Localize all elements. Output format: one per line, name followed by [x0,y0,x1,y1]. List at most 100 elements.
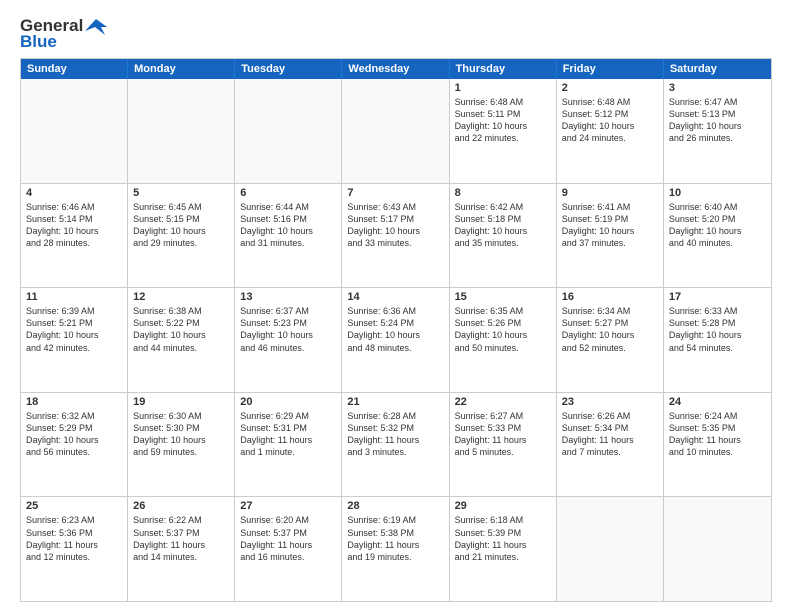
calendar: SundayMondayTuesdayWednesdayThursdayFrid… [20,58,772,602]
day-cell-3-4: 14 Sunrise: 6:36 AM Sunset: 5:24 PM Dayli… [342,288,449,392]
day-info: Sunrise: 6:27 AM Sunset: 5:33 PM Dayligh… [455,410,551,459]
logo: General Blue [20,16,107,52]
day-header-friday: Friday [557,59,664,79]
week-row-4: 18 Sunrise: 6:32 AM Sunset: 5:29 PM Dayli… [21,392,771,497]
day-info: Sunrise: 6:39 AM Sunset: 5:21 PM Dayligh… [26,305,122,354]
day-info: Sunrise: 6:33 AM Sunset: 5:28 PM Dayligh… [669,305,766,354]
day-info: Sunrise: 6:48 AM Sunset: 5:12 PM Dayligh… [562,96,658,145]
day-number: 11 [26,291,122,303]
day-cell-2-4: 7Sunrise: 6:43 AM Sunset: 5:17 PM Daylig… [342,184,449,288]
day-info: Sunrise: 6:36 AM Sunset: 5:24 PM Dayligh… [347,305,443,354]
day-cell-2-3: 6 Sunrise: 6:44 AM Sunset: 5:16 PM Daylig… [235,184,342,288]
day-cell-2-7: 10Sunrise: 6:40 AM Sunset: 5:20 PM Dayli… [664,184,771,288]
day-cell-3-3: 13Sunrise: 6:37 AM Sunset: 5:23 PM Dayli… [235,288,342,392]
day-info: Sunrise: 6:48 AM Sunset: 5:11 PM Dayligh… [455,96,551,145]
day-info: Sunrise: 6:40 AM Sunset: 5:20 PM Dayligh… [669,201,766,250]
day-number: 23 [562,396,658,408]
day-number: 15 [455,291,551,303]
day-info: Sunrise: 6:35 AM Sunset: 5:26 PM Dayligh… [455,305,551,354]
day-cell-3-5: 15 Sunrise: 6:35 AM Sunset: 5:26 PM Dayli… [450,288,557,392]
day-cell-4-7: 24 Sunrise: 6:24 AM Sunset: 5:35 PM Dayli… [664,393,771,497]
day-number: 4 [26,187,122,199]
week-row-3: 11 Sunrise: 6:39 AM Sunset: 5:21 PM Dayli… [21,287,771,392]
day-header-monday: Monday [128,59,235,79]
day-header-sunday: Sunday [21,59,128,79]
day-cell-5-6 [557,497,664,601]
day-cell-2-1: 4 Sunrise: 6:46 AM Sunset: 5:14 PM Daylig… [21,184,128,288]
day-number: 28 [347,500,443,512]
day-number: 6 [240,187,336,199]
day-info: Sunrise: 6:47 AM Sunset: 5:13 PM Dayligh… [669,96,766,145]
day-info: Sunrise: 6:22 AM Sunset: 5:37 PM Dayligh… [133,514,229,563]
day-info: Sunrise: 6:28 AM Sunset: 5:32 PM Dayligh… [347,410,443,459]
day-cell-2-2: 5 Sunrise: 6:45 AM Sunset: 5:15 PM Daylig… [128,184,235,288]
day-info: Sunrise: 6:32 AM Sunset: 5:29 PM Dayligh… [26,410,122,459]
day-number: 16 [562,291,658,303]
day-info: Sunrise: 6:30 AM Sunset: 5:30 PM Dayligh… [133,410,229,459]
page: General Blue SundayMondayTuesdayWednesda… [0,0,792,612]
day-number: 8 [455,187,551,199]
day-info: Sunrise: 6:42 AM Sunset: 5:18 PM Dayligh… [455,201,551,250]
day-info: Sunrise: 6:23 AM Sunset: 5:36 PM Dayligh… [26,514,122,563]
day-info: Sunrise: 6:26 AM Sunset: 5:34 PM Dayligh… [562,410,658,459]
day-number: 25 [26,500,122,512]
day-cell-2-5: 8 Sunrise: 6:42 AM Sunset: 5:18 PM Daylig… [450,184,557,288]
day-cell-3-2: 12 Sunrise: 6:38 AM Sunset: 5:22 PM Dayli… [128,288,235,392]
week-row-2: 4 Sunrise: 6:46 AM Sunset: 5:14 PM Daylig… [21,183,771,288]
day-info: Sunrise: 6:29 AM Sunset: 5:31 PM Dayligh… [240,410,336,459]
day-cell-4-4: 21Sunrise: 6:28 AM Sunset: 5:32 PM Dayli… [342,393,449,497]
day-number: 18 [26,396,122,408]
day-cell-5-4: 28 Sunrise: 6:19 AM Sunset: 5:38 PM Dayli… [342,497,449,601]
day-info: Sunrise: 6:38 AM Sunset: 5:22 PM Dayligh… [133,305,229,354]
day-cell-3-1: 11 Sunrise: 6:39 AM Sunset: 5:21 PM Dayli… [21,288,128,392]
day-number: 22 [455,396,551,408]
day-info: Sunrise: 6:46 AM Sunset: 5:14 PM Dayligh… [26,201,122,250]
day-cell-1-2 [128,79,235,183]
day-cell-5-3: 27Sunrise: 6:20 AM Sunset: 5:37 PM Dayli… [235,497,342,601]
day-number: 7 [347,187,443,199]
day-number: 27 [240,500,336,512]
day-number: 5 [133,187,229,199]
day-cell-3-6: 16Sunrise: 6:34 AM Sunset: 5:27 PM Dayli… [557,288,664,392]
day-number: 1 [455,82,551,94]
calendar-body: 1 Sunrise: 6:48 AM Sunset: 5:11 PM Daylig… [21,79,771,601]
day-number: 20 [240,396,336,408]
day-header-saturday: Saturday [664,59,771,79]
day-info: Sunrise: 6:19 AM Sunset: 5:38 PM Dayligh… [347,514,443,563]
day-header-thursday: Thursday [450,59,557,79]
day-header-tuesday: Tuesday [235,59,342,79]
day-cell-1-5: 1 Sunrise: 6:48 AM Sunset: 5:11 PM Daylig… [450,79,557,183]
day-cell-1-7: 3 Sunrise: 6:47 AM Sunset: 5:13 PM Daylig… [664,79,771,183]
day-number: 26 [133,500,229,512]
header: General Blue [20,16,772,52]
day-cell-1-1 [21,79,128,183]
day-cell-4-6: 23 Sunrise: 6:26 AM Sunset: 5:34 PM Dayli… [557,393,664,497]
day-number: 19 [133,396,229,408]
logo-bird-icon [85,17,107,35]
day-cell-5-7 [664,497,771,601]
week-row-1: 1 Sunrise: 6:48 AM Sunset: 5:11 PM Daylig… [21,79,771,183]
day-number: 13 [240,291,336,303]
day-cell-4-2: 19 Sunrise: 6:30 AM Sunset: 5:30 PM Dayli… [128,393,235,497]
day-info: Sunrise: 6:24 AM Sunset: 5:35 PM Dayligh… [669,410,766,459]
day-cell-4-5: 22 Sunrise: 6:27 AM Sunset: 5:33 PM Dayli… [450,393,557,497]
day-number: 12 [133,291,229,303]
day-number: 2 [562,82,658,94]
day-info: Sunrise: 6:44 AM Sunset: 5:16 PM Dayligh… [240,201,336,250]
day-cell-1-3 [235,79,342,183]
day-cell-2-6: 9Sunrise: 6:41 AM Sunset: 5:19 PM Daylig… [557,184,664,288]
day-number: 3 [669,82,766,94]
day-number: 14 [347,291,443,303]
day-info: Sunrise: 6:45 AM Sunset: 5:15 PM Dayligh… [133,201,229,250]
day-cell-5-1: 25 Sunrise: 6:23 AM Sunset: 5:36 PM Dayli… [21,497,128,601]
day-cell-4-3: 20 Sunrise: 6:29 AM Sunset: 5:31 PM Dayli… [235,393,342,497]
day-cell-4-1: 18 Sunrise: 6:32 AM Sunset: 5:29 PM Dayli… [21,393,128,497]
day-cell-1-4 [342,79,449,183]
day-number: 29 [455,500,551,512]
day-number: 24 [669,396,766,408]
logo-blue-text: Blue [20,32,57,52]
day-cell-5-2: 26 Sunrise: 6:22 AM Sunset: 5:37 PM Dayli… [128,497,235,601]
day-cell-5-5: 29Sunrise: 6:18 AM Sunset: 5:39 PM Dayli… [450,497,557,601]
day-info: Sunrise: 6:41 AM Sunset: 5:19 PM Dayligh… [562,201,658,250]
day-header-wednesday: Wednesday [342,59,449,79]
